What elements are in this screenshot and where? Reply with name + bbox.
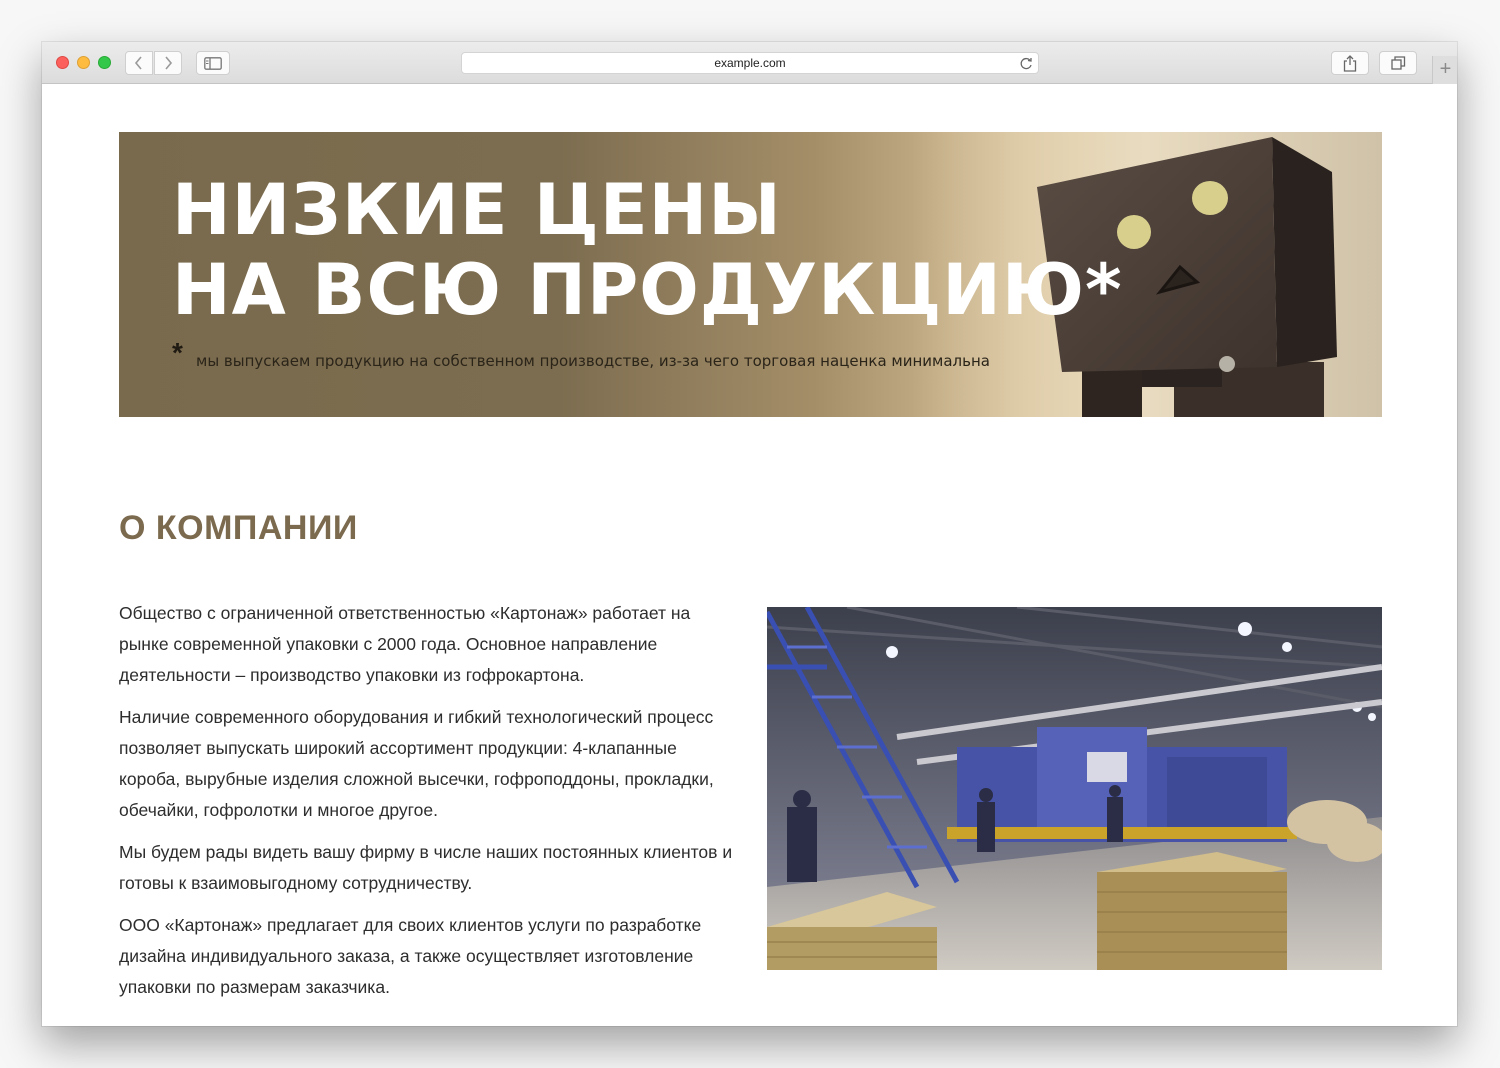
- share-button[interactable]: [1331, 51, 1369, 75]
- about-paragraph: Общество с ограниченной ответственностью…: [119, 603, 691, 685]
- banner-headline-line-2: НА ВСЮ ПРОДУКЦИЮ*: [172, 249, 1123, 331]
- show-tabs-button[interactable]: [1379, 51, 1417, 75]
- close-window-button[interactable]: [56, 56, 69, 69]
- zoom-window-button[interactable]: [98, 56, 111, 69]
- url-text: example.com: [714, 56, 786, 70]
- reload-icon: [1020, 57, 1032, 70]
- reload-button[interactable]: [1020, 56, 1033, 76]
- plus-icon: +: [1439, 58, 1452, 80]
- banner-footnote: мы выпускаем продукцию на собственном пр…: [196, 352, 990, 370]
- forward-button[interactable]: [154, 51, 182, 75]
- about-text: Общество с ограниченной ответственностью…: [119, 598, 739, 1014]
- banner-headline-line-1: НИЗКИЕ ЦЕНЫ: [172, 169, 782, 251]
- forward-icon: [165, 56, 173, 70]
- about-paragraph: ООО «Картонаж» предлагает для своих клие…: [119, 915, 702, 997]
- factory-photo: [767, 607, 1382, 970]
- about-paragraph: Мы будем рады видеть вашу фирму в числе …: [119, 842, 733, 893]
- browser-toolbar: example.com +: [42, 42, 1457, 84]
- about-heading: О КОМПАНИИ: [119, 509, 358, 547]
- page-content: НИЗКИЕ ЦЕНЫ НА ВСЮ ПРОДУКЦИЮ* * мы выпус…: [42, 84, 1457, 1026]
- promo-banner[interactable]: НИЗКИЕ ЦЕНЫ НА ВСЮ ПРОДУКЦИЮ* * мы выпус…: [119, 132, 1382, 417]
- address-bar[interactable]: example.com: [461, 52, 1039, 74]
- back-button[interactable]: [125, 51, 153, 75]
- new-tab-button[interactable]: +: [1432, 56, 1457, 84]
- banner-asterisk: *: [172, 337, 183, 368]
- sidebar-icon: [204, 56, 222, 70]
- browser-window: example.com + НИЗКИЕ ЦЕНЫ НА ВСЮ ПРОДУКЦ…: [42, 42, 1457, 1026]
- banner-headline: НИЗКИЕ ЦЕНЫ НА ВСЮ ПРОДУКЦИЮ*: [172, 170, 1123, 330]
- sidebar-toggle-button[interactable]: [196, 51, 230, 75]
- back-icon: [134, 56, 142, 70]
- tabs-icon: [1390, 56, 1405, 70]
- minimize-window-button[interactable]: [77, 56, 90, 69]
- share-icon: [1343, 54, 1357, 72]
- about-paragraph: Наличие современного оборудования и гибк…: [119, 707, 714, 820]
